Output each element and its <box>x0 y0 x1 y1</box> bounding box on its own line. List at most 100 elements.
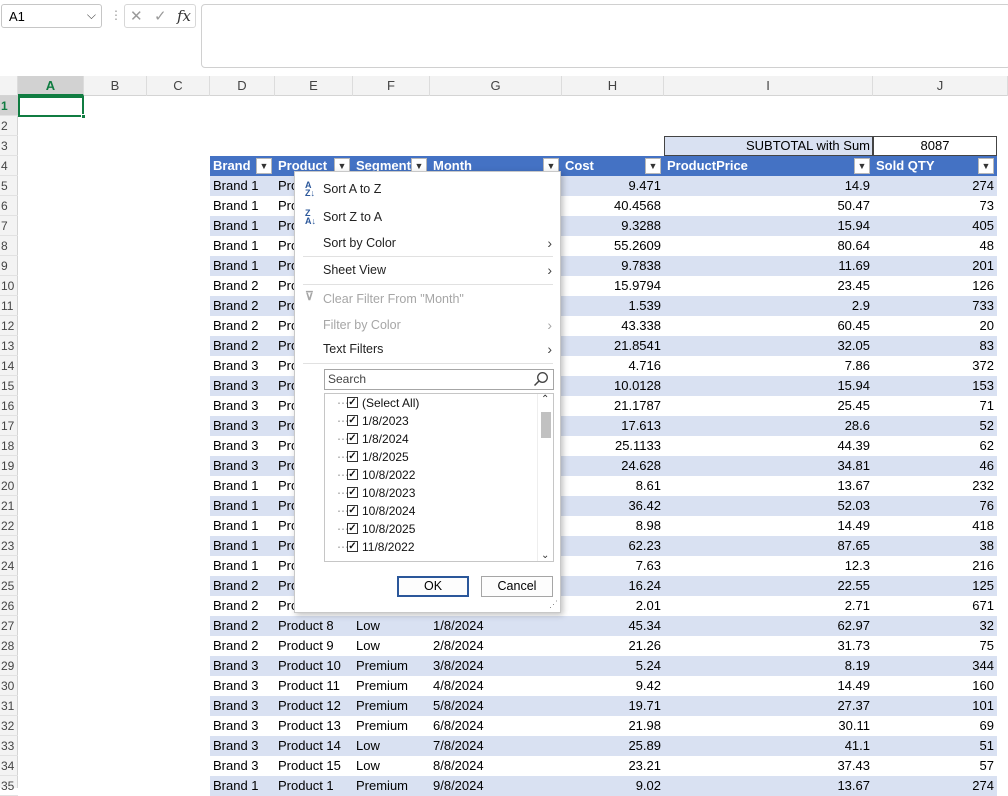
table-cell[interactable]: Product 15 <box>275 756 353 776</box>
table-cell[interactable]: 671 <box>873 596 997 616</box>
table-cell[interactable]: 38 <box>873 536 997 556</box>
table-cell[interactable]: 13.67 <box>664 776 873 796</box>
table-cell[interactable]: Brand 2 <box>210 616 275 636</box>
scroll-thumb[interactable] <box>541 412 551 438</box>
table-cell[interactable]: 25.45 <box>664 396 873 416</box>
table-cell[interactable]: 13.67 <box>664 476 873 496</box>
table-cell[interactable]: 9.02 <box>562 776 664 796</box>
table-cell[interactable]: 22.55 <box>664 576 873 596</box>
table-cell[interactable]: Brand 3 <box>210 456 275 476</box>
table-cell[interactable]: 25.1133 <box>562 436 664 456</box>
table-cell[interactable]: 44.39 <box>664 436 873 456</box>
column-header-i[interactable]: I <box>664 76 873 96</box>
table-cell[interactable]: 71 <box>873 396 997 416</box>
table-header-sold-qty[interactable]: Sold QTY ▼ <box>873 156 997 176</box>
table-cell[interactable]: 11.69 <box>664 256 873 276</box>
table-cell[interactable]: Brand 3 <box>210 416 275 436</box>
table-cell[interactable]: Brand 1 <box>210 236 275 256</box>
table-cell[interactable]: 9.42 <box>562 676 664 696</box>
row-header-10[interactable]: 10 <box>0 276 18 296</box>
table-cell[interactable]: 9.471 <box>562 176 664 196</box>
table-header-productprice[interactable]: ProductPrice ▼ <box>664 156 873 176</box>
table-cell[interactable]: Brand 3 <box>210 356 275 376</box>
scroll-up-icon[interactable]: ⌃ <box>541 394 549 405</box>
table-cell[interactable]: Premium <box>353 656 430 676</box>
table-cell[interactable]: Product 14 <box>275 736 353 756</box>
table-cell[interactable]: 2.9 <box>664 296 873 316</box>
table-cell[interactable]: 7/8/2024 <box>430 736 562 756</box>
column-header-h[interactable]: H <box>562 76 664 96</box>
table-cell[interactable]: Brand 1 <box>210 496 275 516</box>
sort-descending-item[interactable]: Z A↓ Sort Z to A <box>295 204 560 230</box>
filter-dropdown-icon[interactable]: ▼ <box>978 158 994 174</box>
table-cell[interactable]: 32.05 <box>664 336 873 356</box>
checkbox-checked-icon[interactable]: ✓ <box>347 469 358 481</box>
table-cell[interactable]: 40.4568 <box>562 196 664 216</box>
row-header-5[interactable]: 5 <box>0 176 18 196</box>
table-cell[interactable]: 7.86 <box>664 356 873 376</box>
active-cell-a1[interactable] <box>18 96 86 119</box>
table-cell[interactable]: 733 <box>873 296 997 316</box>
checkbox-checked-icon[interactable]: ✓ <box>347 541 358 553</box>
row-header-15[interactable]: 15 <box>0 376 18 396</box>
table-cell[interactable]: Brand 2 <box>210 276 275 296</box>
table-cell[interactable]: 232 <box>873 476 997 496</box>
table-cell[interactable]: 87.65 <box>664 536 873 556</box>
table-cell[interactable]: 418 <box>873 516 997 536</box>
table-row[interactable]: Brand 3 Product 12 Premium 5/8/2024 19.71 27.… <box>210 696 997 716</box>
table-cell[interactable]: Premium <box>353 676 430 696</box>
table-cell[interactable]: 12.3 <box>664 556 873 576</box>
table-cell[interactable]: 15.94 <box>664 376 873 396</box>
table-cell[interactable]: 14.9 <box>664 176 873 196</box>
table-cell[interactable]: 52.03 <box>664 496 873 516</box>
name-box[interactable]: A1 ⌵ <box>1 4 102 28</box>
row-header-18[interactable]: 18 <box>0 436 18 456</box>
table-cell[interactable]: 9.3288 <box>562 216 664 236</box>
table-cell[interactable]: 34.81 <box>664 456 873 476</box>
filter-value-item[interactable]: ⋯ ✓ 1/8/2023 <box>337 412 409 430</box>
row-header-3[interactable]: 3 <box>0 136 18 156</box>
table-cell[interactable]: Low <box>353 756 430 776</box>
table-cell[interactable]: 69 <box>873 716 997 736</box>
scroll-down-icon[interactable]: ⌄ <box>541 550 549 561</box>
table-cell[interactable]: 16.24 <box>562 576 664 596</box>
row-header-16[interactable]: 16 <box>0 396 18 416</box>
row-header-7[interactable]: 7 <box>0 216 18 236</box>
table-cell[interactable]: Brand 1 <box>210 516 275 536</box>
row-header-12[interactable]: 12 <box>0 316 18 336</box>
table-cell[interactable]: 36.42 <box>562 496 664 516</box>
column-header-b[interactable]: B <box>84 76 147 96</box>
table-cell[interactable]: Brand 3 <box>210 736 275 756</box>
filter-dropdown-icon[interactable]: ▼ <box>854 158 870 174</box>
table-cell[interactable]: 73 <box>873 196 997 216</box>
row-header-30[interactable]: 30 <box>0 676 18 696</box>
row-header-14[interactable]: 14 <box>0 356 18 376</box>
formula-input[interactable] <box>201 4 1008 68</box>
table-cell[interactable]: 274 <box>873 176 997 196</box>
table-row[interactable]: Brand 3 Product 15 Low 8/8/2024 23.21 37.43 57 <box>210 756 997 776</box>
more-options-icon[interactable]: ⋮ <box>110 8 122 22</box>
resize-grip-icon[interactable]: ⋰ <box>549 599 558 610</box>
filter-value-item[interactable]: ⋯ ✓ 10/8/2023 <box>337 484 415 502</box>
row-header-4[interactable]: 4 <box>0 156 18 176</box>
table-cell[interactable]: 21.26 <box>562 636 664 656</box>
table-cell[interactable]: Brand 3 <box>210 716 275 736</box>
table-cell[interactable]: 62.23 <box>562 536 664 556</box>
table-cell[interactable]: 6/8/2024 <box>430 716 562 736</box>
table-cell[interactable]: 125 <box>873 576 997 596</box>
row-header-21[interactable]: 21 <box>0 496 18 516</box>
table-cell[interactable]: 153 <box>873 376 997 396</box>
row-header-17[interactable]: 17 <box>0 416 18 436</box>
table-cell[interactable]: 19.71 <box>562 696 664 716</box>
table-cell[interactable]: Brand 1 <box>210 196 275 216</box>
table-cell[interactable]: Brand 3 <box>210 396 275 416</box>
subtotal-value[interactable]: 8087 <box>873 136 997 156</box>
row-header-27[interactable]: 27 <box>0 616 18 636</box>
table-cell[interactable]: 8.19 <box>664 656 873 676</box>
table-cell[interactable]: 17.613 <box>562 416 664 436</box>
table-cell[interactable]: 52 <box>873 416 997 436</box>
table-cell[interactable]: 10.0128 <box>562 376 664 396</box>
table-cell[interactable]: 274 <box>873 776 997 796</box>
table-cell[interactable]: 126 <box>873 276 997 296</box>
table-cell[interactable]: 8.61 <box>562 476 664 496</box>
